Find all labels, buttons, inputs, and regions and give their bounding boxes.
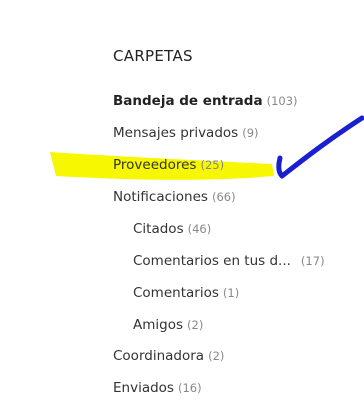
folder-count: 17 [301,254,325,268]
folder-item-comments[interactable]: Comentarios 1 [133,282,239,304]
checkmark-stroke [276,115,364,179]
folder-item-suppliers[interactable]: Proveedores 25 [113,154,224,176]
folder-item-notifications[interactable]: Notificaciones 66 [113,186,236,208]
folder-name: Mensajes privados [113,125,239,141]
folder-name: Coordinadora [113,348,205,364]
folder-count: 46 [188,222,212,236]
folders-title: CARPETAS [113,47,193,65]
blue-checkmark-annotation [276,115,364,179]
folder-count: 1 [223,286,239,300]
folder-item-mentions[interactable]: Citados 46 [133,218,211,240]
folder-count: 2 [208,349,224,363]
folder-count: 2 [187,318,203,332]
folder-count: 25 [200,158,224,172]
folder-count: 103 [267,94,298,108]
folder-name: Comentarios [133,285,219,301]
folder-count: 9 [242,126,258,140]
folder-name: Proveedores [113,157,197,173]
folder-name: Citados [133,221,184,237]
folders-panel: CARPETAS Bandeja de entrada 103 Mensajes… [0,0,364,414]
folder-item-inbox[interactable]: Bandeja de entrada 103 [113,90,298,112]
folder-name: Enviados [113,380,174,396]
folder-item-coordinator[interactable]: Coordinadora 2 [113,345,224,367]
folder-item-comments-on-posts[interactable]: Comentarios en tus d... 17 [133,250,325,272]
folder-name: Comentarios en tus d... [133,253,291,269]
folder-name: Amigos [133,317,183,333]
folder-name: Notificaciones [113,189,208,205]
folder-count: 16 [178,381,202,395]
folder-name: Bandeja de entrada [113,93,263,109]
folder-item-private-messages[interactable]: Mensajes privados 9 [113,122,259,144]
folder-count: 66 [212,190,236,204]
folder-item-friends[interactable]: Amigos 2 [133,314,203,336]
folder-item-sent[interactable]: Enviados 16 [113,377,202,399]
